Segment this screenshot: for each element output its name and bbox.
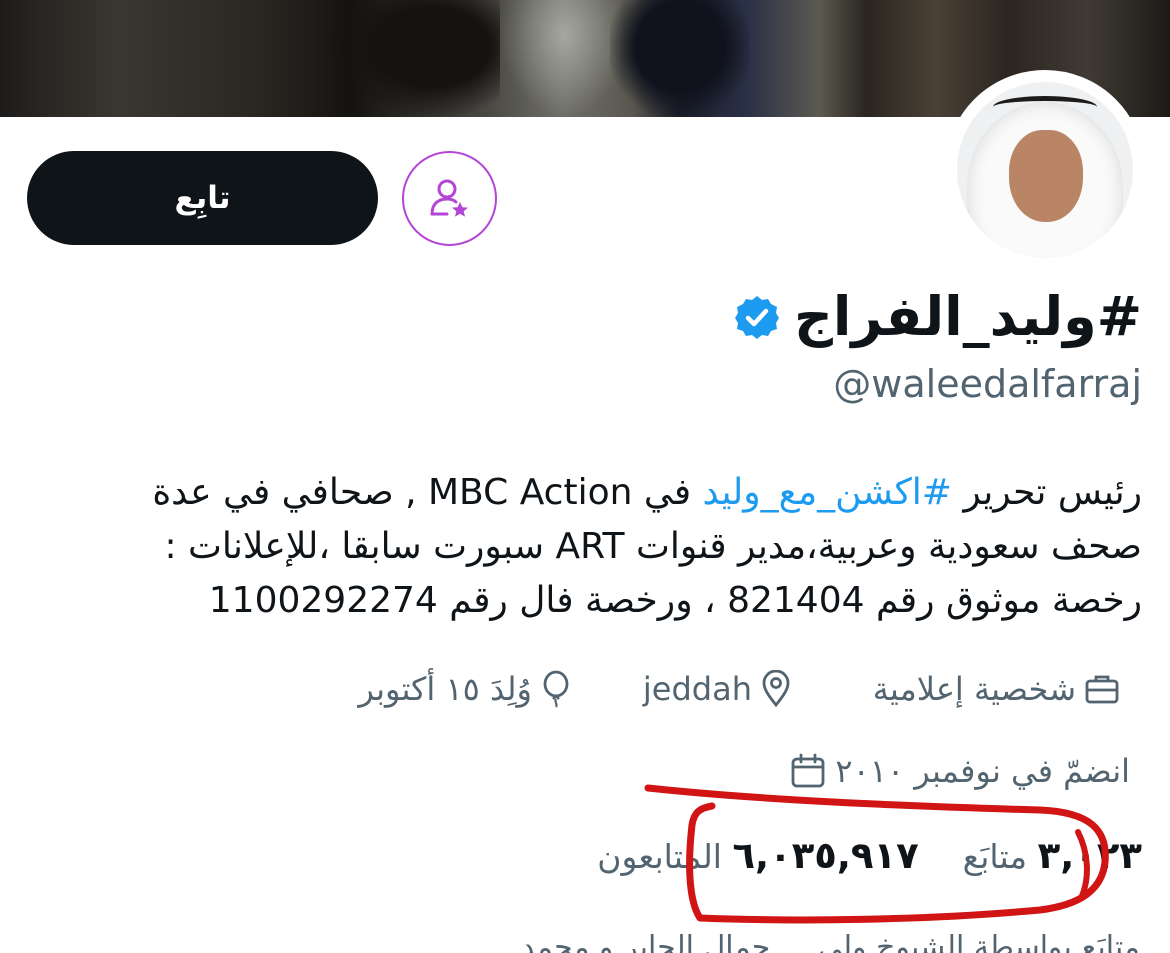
balloon-icon [540, 670, 572, 708]
briefcase-icon [1084, 672, 1120, 706]
followed-by-preview[interactable]: متابَع بواسطة الشيوخ ولي ... جمال الجابر… [40, 930, 1140, 953]
display-name: #وليد_الفراج [794, 285, 1142, 348]
hashtag-link[interactable]: #اكشن_مع_وليد [703, 472, 952, 513]
avatar-photo [957, 82, 1133, 258]
followers-label: المتابعون [597, 837, 722, 876]
following-label: متابَع [962, 837, 1028, 876]
birthday-text: وُلِدَ ١٥ أكتوبر [358, 670, 532, 708]
bio-line: رئيس تحرير #اكشن_مع_وليد في MBC Action ,… [27, 466, 1142, 520]
avatar-face [1009, 130, 1083, 222]
following-link[interactable]: ٣,٠٢٣ متابَع [963, 834, 1142, 877]
profile-name-row: #وليد_الفراج [734, 282, 1142, 352]
followers-count: ٦,٠٣٥,٩١٧ [732, 834, 919, 877]
profile-bio: رئيس تحرير #اكشن_مع_وليد في MBC Action ,… [27, 466, 1142, 628]
bio-line: صحف سعودية وعربية،مدير قنوات ART سبورت س… [164, 526, 1142, 567]
location-text[interactable]: jeddah [643, 670, 752, 708]
followers-link[interactable]: ٦,٠٣٥,٩١٧ المتابعون [597, 834, 918, 877]
category-text: شخصية إعلامية [872, 670, 1076, 708]
verified-badge-icon[interactable] [734, 294, 780, 340]
location-pin-icon [760, 670, 792, 708]
profile-category: شخصية إعلامية [873, 670, 1120, 708]
profile-handle: @waleedalfarraj [833, 362, 1142, 406]
following-count: ٣,٠٢٣ [1037, 834, 1142, 877]
profile-birthday: وُلِدَ ١٥ أكتوبر [358, 670, 572, 708]
subscribe-button[interactable] [402, 151, 497, 246]
banner-figure [330, 0, 500, 117]
avatar-agal [993, 96, 1097, 118]
bio-text: رئيس تحرير [951, 472, 1142, 513]
profile-location: jeddah [643, 670, 792, 708]
bio-text: في MBC Action , صحافي في عدة [152, 472, 703, 513]
calendar-icon [789, 752, 827, 790]
avatar[interactable] [945, 70, 1145, 270]
person-star-icon [427, 176, 473, 222]
bio-line: رخصة موثوق رقم 821404 ، ورخصة فال رقم 11… [208, 580, 1142, 621]
profile-stats: ٣,٠٢٣ متابَع ٦,٠٣٥,٩١٧ المتابعون [597, 834, 1142, 877]
joined-text: انضمّ في نوفمبر ٢٠١٠ [835, 752, 1130, 790]
profile-joined: انضمّ في نوفمبر ٢٠١٠ [789, 752, 1130, 790]
banner-figure [610, 0, 750, 117]
follow-button[interactable]: تابِع [27, 151, 378, 245]
